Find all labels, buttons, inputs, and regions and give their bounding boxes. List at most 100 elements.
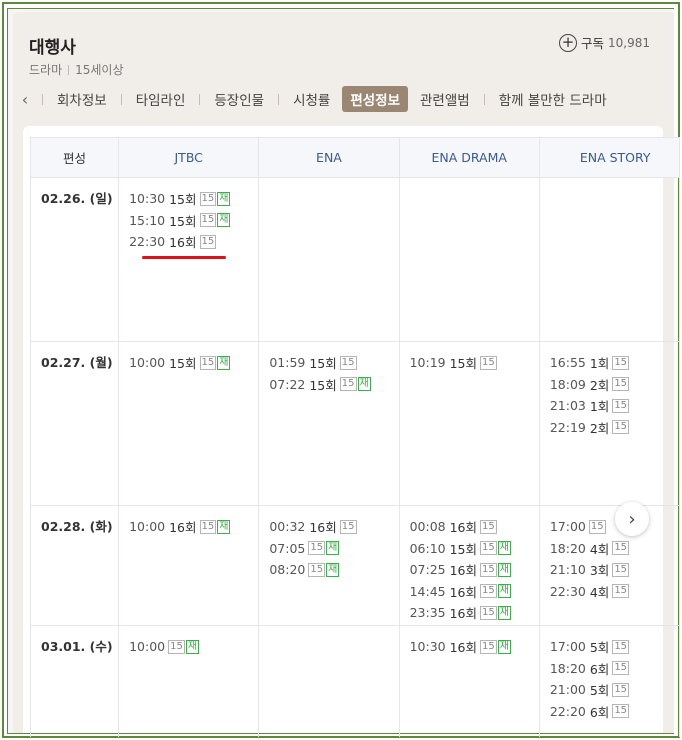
schedule-date: 03.01. (수) [30, 625, 120, 737]
episode-number: 6회 [589, 704, 610, 720]
schedule-grid: 편성 JTBC ENA ENA DRAMA ENA STORY 02.26. (… [30, 137, 680, 737]
age-rating-badge: 15 [308, 541, 326, 556]
broadcast-entry[interactable]: 21:00 5회 15 [550, 679, 679, 701]
broadcast-entry[interactable]: 17:00 5회 15 [550, 636, 679, 658]
broadcast-time: 22:19 [549, 419, 586, 435]
broadcast-entry[interactable]: 10:19 15회 15 [410, 352, 539, 374]
broadcast-entry[interactable]: 06:10 15회 15 재 [410, 538, 539, 560]
age-rating-badge: 15 [612, 541, 630, 556]
age-rating-badge: 15 [199, 234, 217, 249]
broadcast-entry[interactable]: 10:00 16회 15 재 [129, 516, 258, 538]
broadcast-entry[interactable]: 10:00 15 재 [129, 636, 258, 658]
schedule-cell: 01:59 15회 15 07:22 15회 15 재 [258, 341, 400, 506]
broadcast-time: 14:45 [409, 583, 446, 599]
age-rating-badge: 15 [339, 519, 357, 534]
broadcast-time: 17:00 [549, 639, 586, 655]
episode-number: 16회 [169, 235, 197, 251]
broadcast-entry[interactable]: 07:25 16회 15 재 [410, 559, 539, 581]
tab-episode-info[interactable]: 회차정보 [49, 86, 115, 112]
episode-number: 1회 [589, 399, 610, 415]
chevron-left-icon[interactable]: ‹ [14, 90, 36, 109]
broadcast-entry[interactable]: 22:19 2회 15 [550, 417, 679, 439]
broadcast-entry[interactable]: 22:30 16회 15 [129, 231, 258, 253]
schedule-cell: 00:08 16회 15 06:10 15회 15 재 07:25 16회 15 재 14:45 16회… [398, 505, 540, 626]
episode-number: 16회 [449, 606, 478, 622]
broadcast-entry[interactable]: 10:30 16회 15 재 [410, 636, 539, 658]
schedule-cell: 00:32 16회 15 07:05 15 재 08:20 15 재 [258, 505, 400, 626]
broadcast-time: 00:32 [269, 519, 306, 535]
page-title: 대행사 [29, 38, 76, 58]
schedule-cell: 17:00 5회 15 18:20 6회 15 21:00 5회 15 22:20 6회 15 [538, 625, 680, 737]
rerun-badge: 재 [497, 562, 511, 577]
tab-divider [120, 93, 122, 105]
broadcast-entry[interactable]: 10:30 15회 15 재 [129, 188, 258, 210]
broadcast-entry[interactable]: 18:20 4회 15 [550, 538, 679, 560]
broadcast-time: 08:20 [269, 562, 306, 578]
broadcast-time: 22:30 [129, 234, 166, 250]
broadcast-entry[interactable]: 21:03 1회 15 [550, 395, 679, 417]
broadcast-entry[interactable]: 00:08 16회 15 [410, 516, 539, 538]
broadcast-entry[interactable]: 21:10 3회 15 [550, 559, 679, 581]
tab-ratings[interactable]: 시청률 [285, 86, 338, 112]
broadcast-entry[interactable]: 08:20 15 재 [269, 559, 398, 581]
broadcast-time: 01:59 [269, 355, 306, 371]
broadcast-time: 07:25 [409, 562, 446, 578]
broadcast-time: 00:08 [409, 519, 446, 535]
program-tabs: ‹ 회차정보 타임라인 등장인물 시청률 편성정보 관련앨범 함께 볼만한 드라… [8, 85, 674, 113]
tab-schedule[interactable]: 편성정보 [342, 86, 409, 112]
age-rating-badge: 15 [612, 682, 630, 697]
age-rating-badge: 15 [588, 519, 606, 534]
age-rating-badge: 15 [480, 519, 497, 534]
episode-number: 6회 [589, 661, 610, 677]
broadcast-time: 07:22 [269, 376, 306, 392]
broadcast-entry[interactable]: 14:45 16회 15 재 [410, 581, 539, 603]
episode-number: 5회 [589, 683, 610, 699]
broadcast-entry[interactable]: 00:32 16회 15 [269, 516, 398, 538]
broadcast-entry[interactable]: 15:10 15회 15 재 [129, 210, 258, 232]
broadcast-entry[interactable]: 22:30 4회 15 [550, 581, 679, 603]
rerun-badge: 재 [497, 605, 511, 620]
episode-number: 15회 [169, 213, 197, 229]
broadcast-entry[interactable]: 10:00 15회 15 재 [129, 352, 258, 374]
age-rating-badge: 15 [480, 639, 497, 654]
chevron-right-icon[interactable]: › [615, 502, 649, 536]
schedule-cell: 10:00 16회 15 재 [118, 505, 260, 626]
broadcast-time: 06:10 [409, 540, 446, 556]
channel-header: ENA DRAMA [398, 137, 540, 178]
age-rating-badge: 15 [480, 605, 497, 620]
tab-characters[interactable]: 등장인물 [206, 86, 272, 112]
broadcast-entry[interactable]: 23:35 16회 15 재 [410, 602, 539, 624]
age-rating-label: 15세이상 [75, 63, 124, 77]
tab-recommended[interactable]: 함께 볼만한 드라마 [491, 86, 615, 112]
broadcast-time: 22:20 [549, 703, 586, 719]
age-rating-badge: 15 [308, 562, 326, 577]
broadcast-entry[interactable]: 22:20 6회 15 [550, 701, 679, 723]
age-rating-badge: 15 [612, 562, 630, 577]
broadcast-entry[interactable]: 07:05 15 재 [269, 538, 398, 560]
rerun-badge: 재 [217, 213, 231, 228]
rerun-badge: 재 [326, 562, 340, 577]
meta-divider [68, 64, 70, 75]
broadcast-time: 10:00 [129, 519, 166, 535]
highlight-underline [142, 256, 226, 259]
tab-albums[interactable]: 관련앨범 [412, 86, 478, 112]
broadcast-entry[interactable]: 01:59 15회 15 [269, 352, 398, 374]
tab-divider [199, 93, 201, 105]
broadcast-time: 18:09 [549, 376, 586, 392]
subscribe-button[interactable]: + 구독 10,981 [559, 33, 650, 52]
broadcast-time: 07:05 [269, 540, 306, 556]
rerun-badge: 재 [497, 639, 511, 654]
tab-timeline[interactable]: 타임라인 [128, 86, 194, 112]
broadcast-time: 10:00 [129, 639, 166, 655]
episode-number: 16회 [449, 584, 478, 600]
broadcast-time: 23:35 [409, 605, 446, 621]
broadcast-entry[interactable]: 07:22 15회 15 재 [269, 374, 398, 396]
schedule-row: 02.26. (일) 10:30 15회 15 재 15:10 15회 15 재 22:30 16회… [30, 177, 680, 342]
schedule-row: 03.01. (수) 10:00 15 재 10:30 16회 15 재 17:00 5회 15 18… [30, 625, 680, 737]
broadcast-entry[interactable]: 18:09 2회 15 [550, 374, 679, 396]
broadcast-entry[interactable]: 18:20 6회 15 [550, 658, 679, 680]
schedule-cell [398, 177, 540, 342]
episode-number: 4회 [589, 541, 610, 557]
broadcast-entry[interactable]: 16:55 1회 15 [550, 352, 679, 374]
age-rating-badge: 15 [480, 584, 497, 599]
